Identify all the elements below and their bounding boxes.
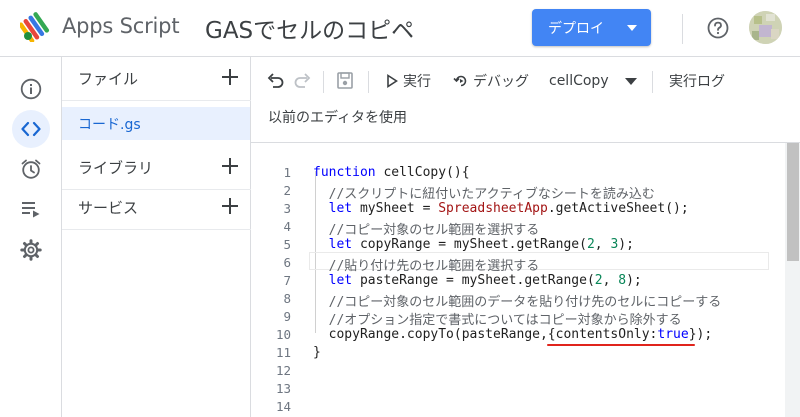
libraries-header: ライブラリ — [62, 146, 251, 190]
function-select[interactable]: cellCopy — [549, 69, 637, 93]
add-library-icon[interactable] — [221, 157, 239, 175]
avatar[interactable] — [749, 11, 782, 44]
debug-label: デバッグ — [473, 74, 529, 90]
services-header: サービス — [62, 186, 251, 230]
libraries-label: ライブラリ — [78, 159, 154, 177]
line-number: 8 — [283, 291, 291, 306]
apps-script-logo — [20, 12, 50, 42]
services-label: サービス — [78, 199, 139, 217]
gear-icon — [20, 239, 42, 261]
top-bar: Apps Script GASでセルのコピペ デプロイ — [0, 0, 800, 57]
line-number: 5 — [283, 237, 291, 252]
deploy-button-label: デプロイ — [548, 20, 604, 37]
file-item-label: コード.gs — [78, 116, 141, 133]
code-line: //コピー対象のセル範囲のデータを貼り付け先のセルにコピーする — [313, 295, 722, 310]
files-panel: ファイル コード.gs ライブラリ サービス — [62, 57, 251, 417]
line-number: 14 — [275, 399, 291, 414]
chevron-down-icon — [624, 77, 637, 85]
line-number: 1 — [283, 165, 291, 180]
code-icon — [21, 121, 41, 137]
line-number: 11 — [275, 345, 291, 360]
alarm-icon — [21, 159, 41, 179]
executions-icon — [22, 202, 40, 218]
rail-overview[interactable] — [12, 70, 50, 108]
editor-toolbar: 実行 デバッグ cellCopy 実行ログ 以前のエディタを使用 — [251, 57, 800, 143]
play-icon — [387, 74, 398, 88]
code-editor[interactable]: 1 2 3 4 5 6 7 8 9 10 11 12 13 14 functio… — [251, 143, 800, 417]
function-select-value: cellCopy — [549, 73, 609, 89]
line-number: 9 — [283, 309, 291, 324]
code-line: //オプション指定で書式についてはコピー対象から除外する — [313, 313, 682, 328]
add-service-icon[interactable] — [221, 197, 239, 215]
line-number: 13 — [275, 381, 291, 396]
execution-log-label: 実行ログ — [669, 74, 725, 90]
code-line: //貼り付け先のセル範囲を選択する — [313, 259, 540, 274]
run-button[interactable]: 実行 — [386, 69, 431, 93]
project-title[interactable]: GASでセルのコピペ — [205, 11, 414, 45]
code-line: //コピー対象のセル範囲を選択する — [313, 223, 540, 238]
annotation-underline — [547, 344, 695, 346]
toolbar-divider — [652, 71, 653, 93]
rail-triggers[interactable] — [12, 150, 50, 188]
scrollbar-thumb[interactable] — [787, 143, 799, 261]
code-line: function cellCopy(){ — [313, 165, 470, 180]
line-number: 12 — [275, 363, 291, 378]
code-line: let copyRange = mySheet.getRange(2, 3); — [328, 237, 634, 252]
save-icon[interactable] — [335, 69, 355, 93]
code-line: //スクリプトに紐付いたアクティブなシートを読み込む — [313, 187, 655, 202]
rail-settings[interactable] — [12, 231, 50, 269]
toolbar-divider — [323, 71, 324, 93]
rail-executions[interactable] — [12, 190, 50, 228]
redo-icon[interactable] — [293, 69, 313, 93]
rail-editor[interactable] — [12, 110, 50, 148]
run-label: 実行 — [403, 74, 431, 90]
info-icon — [20, 78, 42, 100]
files-header: ファイル — [62, 57, 251, 101]
execution-log-button[interactable]: 実行ログ — [669, 69, 725, 93]
line-number: 2 — [283, 183, 291, 198]
left-rail — [0, 57, 62, 417]
header-divider — [682, 14, 683, 44]
code-line: copyRange.copyTo(pasteRange,{contentsOnl… — [313, 327, 713, 342]
use-legacy-editor-link[interactable]: 以前のエディタを使用 — [268, 107, 407, 127]
toolbar-divider — [368, 71, 369, 93]
add-file-icon[interactable] — [221, 68, 239, 86]
undo-icon[interactable] — [265, 69, 285, 93]
code-line: let pasteRange = mySheet.getRange(2, 8); — [328, 273, 642, 288]
files-label: ファイル — [78, 70, 139, 88]
brand-name: Apps Script — [62, 14, 180, 38]
chevron-down-icon — [627, 25, 637, 31]
code-line: let mySheet = SpreadsheetApp.getActiveSh… — [328, 201, 689, 216]
debug-button[interactable]: デバッグ — [453, 69, 529, 93]
line-number: 7 — [283, 273, 291, 288]
deploy-button[interactable]: デプロイ — [532, 9, 651, 46]
debug-icon — [453, 75, 467, 87]
line-number: 3 — [283, 201, 291, 216]
help-icon[interactable] — [707, 17, 729, 39]
file-item-code-gs[interactable]: コード.gs — [62, 107, 250, 140]
line-number: 6 — [283, 255, 291, 270]
code-line: } — [313, 345, 321, 360]
line-number: 10 — [275, 327, 291, 342]
line-number: 4 — [283, 219, 291, 234]
